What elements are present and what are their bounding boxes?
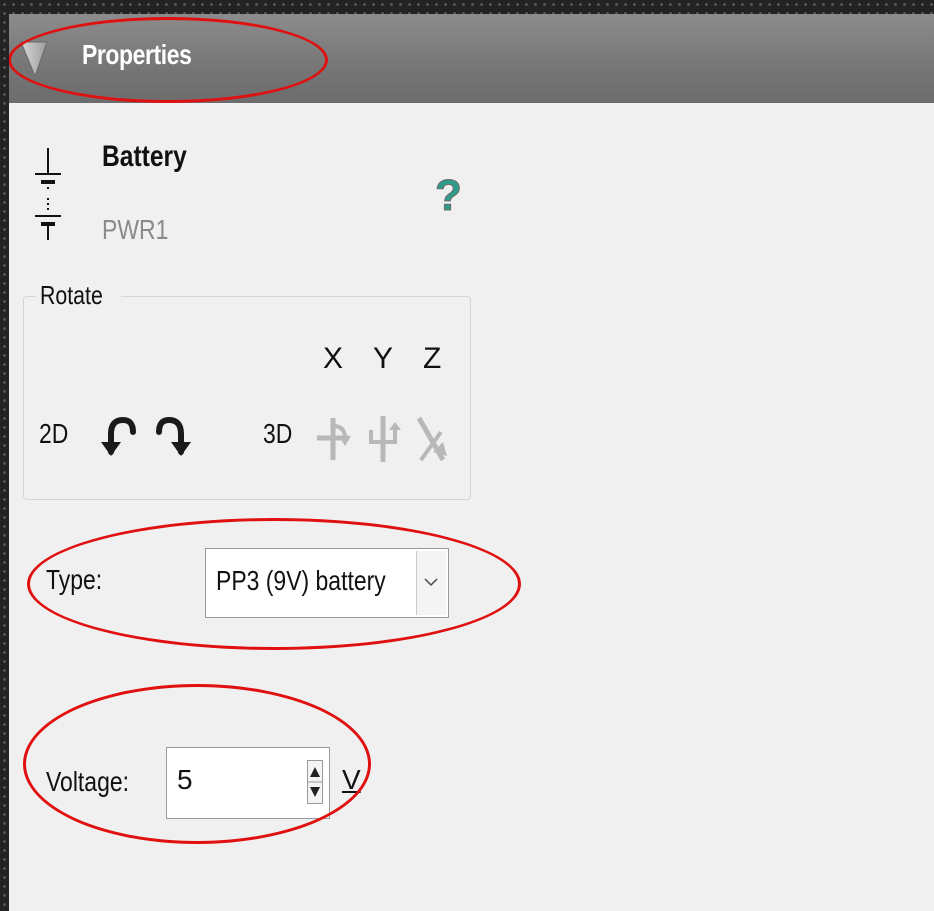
battery-icon — [35, 148, 61, 240]
voltage-unit: V — [342, 764, 361, 795]
rotate-cw-icon[interactable] — [155, 412, 191, 464]
rotate-group-label: Rotate — [36, 280, 121, 311]
question-mark-icon[interactable]: ? — [431, 170, 463, 221]
properties-panel: Properties Battery PWR1 ? Rotate X Y Z 2… — [9, 14, 934, 911]
chevron-down-icon — [424, 578, 438, 587]
svg-text:?: ? — [435, 171, 462, 220]
rotate-group — [23, 296, 471, 500]
rotate-z-icon — [416, 416, 447, 462]
spinner-arrows-icon[interactable] — [307, 760, 323, 804]
rotate-3d-label: 3D — [263, 418, 293, 449]
type-dropdown-button[interactable] — [416, 551, 446, 615]
rotate-y-icon — [369, 416, 401, 462]
component-name: Battery — [102, 140, 187, 173]
axis-label-z: Z — [423, 342, 442, 375]
voltage-label: Voltage: — [46, 766, 129, 797]
type-dropdown-value: PP3 (9V) battery — [216, 565, 386, 596]
rotate-2d-label: 2D — [39, 418, 69, 449]
axis-label-y: Y — [373, 342, 394, 375]
voltage-input[interactable]: 5 — [166, 747, 330, 819]
rotate-ccw-icon[interactable] — [101, 412, 137, 464]
component-reference: PWR1 — [102, 214, 169, 245]
panel-header[interactable]: Properties — [9, 14, 934, 103]
type-label: Type: — [46, 564, 103, 595]
voltage-input-value: 5 — [177, 764, 193, 795]
triangle-down-icon[interactable] — [19, 38, 49, 78]
type-dropdown[interactable]: PP3 (9V) battery — [205, 548, 449, 618]
rotate-x-icon — [317, 418, 351, 460]
panel-title: Properties — [82, 39, 192, 70]
axis-label-x: X — [323, 342, 344, 375]
